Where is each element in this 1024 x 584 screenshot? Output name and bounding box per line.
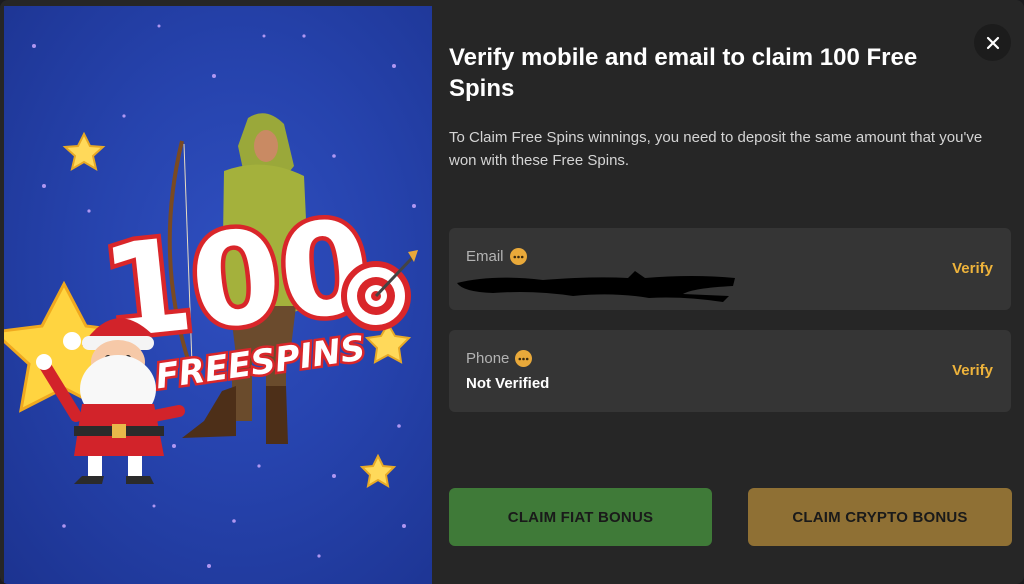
info-icon[interactable] (515, 350, 533, 367)
phone-status: Not Verified (466, 375, 550, 392)
phone-verification-card: Phone Not Verified Verify (449, 330, 1011, 412)
info-icon[interactable] (509, 248, 527, 265)
email-label: Email (466, 248, 504, 265)
email-verification-card: Email Verify (449, 228, 1011, 310)
promo-illustration: 100 FREESPINS (4, 24, 418, 568)
claim-fiat-bonus-button[interactable]: CLAIM FIAT BONUS (449, 488, 712, 546)
phone-label: Phone (466, 350, 510, 367)
redacted-email-value (457, 271, 735, 302)
verify-panel: Verify mobile and email to claim 100 Fre… (432, 0, 1024, 584)
claim-free-spins-modal: 100 FREESPINS Verify mobile and email to… (0, 0, 1024, 584)
phone-label-row: Phone (466, 350, 533, 367)
promo-banner: 100 FREESPINS (4, 6, 432, 584)
dialog-title: Verify mobile and email to claim 100 Fre… (449, 44, 918, 102)
close-icon (986, 36, 999, 49)
verify-email-button[interactable]: Verify (952, 260, 993, 277)
email-label-row: Email (466, 248, 527, 265)
dialog-description: To Claim Free Spins winnings, you need t… (449, 129, 983, 169)
claim-crypto-bonus-button[interactable]: CLAIM CRYPTO BONUS (748, 488, 1012, 546)
verify-phone-button[interactable]: Verify (952, 362, 993, 379)
close-button[interactable] (974, 24, 1011, 61)
